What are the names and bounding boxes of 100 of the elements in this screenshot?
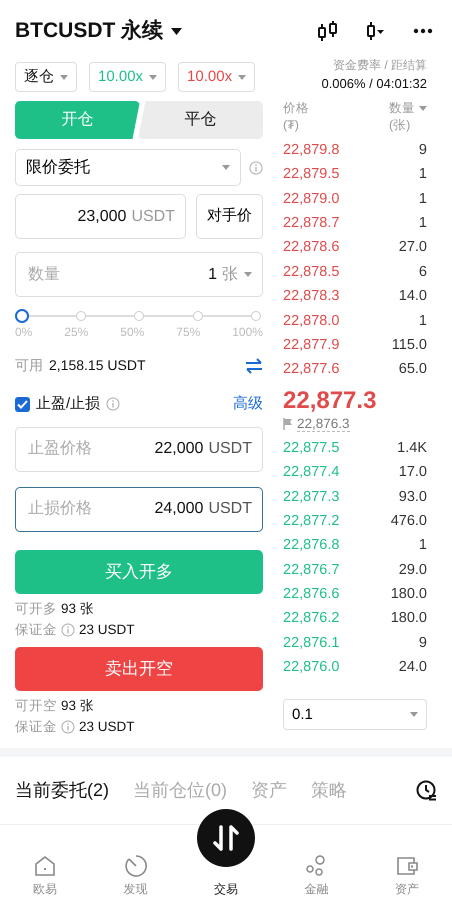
price-cell-text: 22,877.5 — [283, 438, 340, 458]
column-header: 价格 — [283, 100, 309, 116]
price-input[interactable]: 止盈价格 — [26, 436, 154, 462]
price-cell-text: 22,877.6 — [283, 360, 340, 380]
quantity-cell-text: 9 — [418, 140, 427, 160]
column-unit: (张) — [389, 116, 412, 134]
compass-icon — [124, 854, 148, 878]
dropdown[interactable]: 逐仓 — [15, 62, 77, 92]
quantity-cell-text: 29.0 — [398, 560, 427, 580]
quantity-cell-text: 180.0 — [390, 585, 427, 604]
price-input[interactable]: 止损价格 — [26, 496, 154, 522]
funding-label: 资金费率 / 距结算 — [332, 57, 427, 74]
trade-swap-icon[interactable] — [197, 808, 255, 866]
counterparty-price-button[interactable]: 对手价 — [196, 194, 263, 239]
price-cell-text: 22,876.7 — [283, 560, 340, 580]
margin-label: 保证金 — [15, 718, 57, 736]
tick-label: 100% — [232, 324, 263, 341]
advanced-link[interactable]: 高级 — [233, 393, 263, 416]
price-cell-text: 22,877.9 — [283, 336, 340, 355]
column-unit: (₮) — [283, 116, 300, 134]
quantity-cell-text: 93.0 — [398, 488, 427, 506]
quantity-cell-text: 1 — [418, 190, 427, 209]
nav-item[interactable]: 交易 — [180, 878, 272, 898]
price-cell-text: 22,879.0 — [283, 190, 340, 209]
tick-label: 25% — [64, 324, 88, 341]
info-icon — [106, 397, 120, 412]
quantity-cell-text: 1.4K — [397, 438, 427, 458]
price-cell-text: 22,878.0 — [283, 312, 340, 331]
max-value: 93 张 — [61, 600, 94, 618]
quantity-field[interactable]: 数量 1 张 — [15, 252, 263, 297]
price-cell-text: 22,876.1 — [283, 634, 340, 653]
swap-icon[interactable] — [245, 358, 263, 374]
column-header[interactable]: 数量 — [389, 100, 415, 116]
quantity-cell-text: 24.0 — [398, 658, 427, 678]
tpsl-label: 止盈/止损 — [36, 394, 100, 414]
price-cell-text: 22,878.6 — [283, 238, 340, 258]
quantity-cell-text: 1 — [418, 536, 427, 556]
slider-stop[interactable] — [76, 311, 86, 321]
checkbox[interactable] — [15, 396, 30, 412]
quantity-cell-text: 6 — [418, 262, 427, 282]
quantity-cell-text: 1 — [418, 165, 427, 184]
info-icon — [61, 720, 75, 734]
nav-item[interactable]: 欧易 — [0, 852, 90, 898]
price-cell-text: 22,876.6 — [283, 585, 340, 604]
margin-value: 23 USDT — [79, 718, 135, 736]
price-cell-text: 22,877.3 — [283, 488, 340, 506]
price-cell-text: 22,876.8 — [283, 536, 340, 556]
nav-item[interactable]: 资产 — [362, 852, 452, 898]
quantity-cell-text: 27.0 — [398, 238, 427, 258]
sell-button[interactable]: 卖出开空 — [15, 646, 263, 690]
slider-stop[interactable] — [134, 311, 144, 321]
available-value: 2,158.15 USDT — [49, 356, 146, 375]
price-cell-text: 22,878.7 — [283, 214, 340, 233]
order-type-dropdown[interactable]: 限价委托 — [15, 149, 241, 186]
price-cell-text: 22,876.2 — [283, 609, 340, 628]
tick-label: 75% — [176, 324, 200, 341]
nav-item[interactable]: 金融 — [271, 852, 362, 898]
max-value: 93 张 — [61, 696, 94, 714]
dropdown[interactable]: 10.00x — [178, 62, 256, 92]
slider-stop[interactable] — [192, 311, 202, 321]
margin-label: 保证金 — [15, 620, 57, 638]
flag-icon — [283, 418, 293, 430]
tick-label: 0% — [15, 324, 32, 341]
home-icon — [33, 854, 58, 878]
price-cell-text: 22,878.5 — [283, 262, 340, 282]
info-icon — [249, 160, 263, 174]
available-label: 可用 — [15, 356, 43, 375]
quantity-cell-text: 17.0 — [398, 463, 427, 482]
tab[interactable]: 当前委托(2) — [15, 776, 109, 804]
price-cell-text: 22,879.5 — [283, 165, 340, 184]
history-icon[interactable] — [416, 780, 437, 800]
max-label: 可开空 — [15, 696, 57, 714]
caret-icon — [171, 28, 182, 34]
tab[interactable]: 平仓 — [138, 101, 263, 139]
trigger-price-field[interactable]: 止盈价格 22,000 USDT — [15, 426, 263, 472]
candle-dropdown-icon — [366, 21, 385, 41]
tick-label: 50% — [120, 324, 144, 341]
quantity-cell-text: 180.0 — [390, 609, 427, 628]
slider-thumb[interactable] — [15, 309, 29, 323]
info-icon — [61, 622, 75, 636]
quantity-cell-text: 476.0 — [390, 512, 427, 531]
more-icon — [413, 28, 433, 34]
quantity-cell-text: 65.0 — [398, 360, 427, 380]
price-cell-text: 22,877.4 — [283, 463, 340, 482]
nav-item[interactable]: 发现 — [90, 852, 181, 898]
last-price: 22,877.3 — [283, 386, 376, 416]
trigger-price-field[interactable]: 止损价格 24,000 USDT — [15, 486, 263, 532]
funding-value: 0.006% / 04:01:32 — [320, 75, 427, 93]
price-field[interactable]: 23,000 USDT — [15, 194, 186, 239]
price-cell-text: 22,879.8 — [283, 140, 340, 160]
margin-value: 23 USDT — [79, 620, 135, 638]
mark-price: 22,876.3 — [297, 416, 350, 432]
max-label: 可开多 — [15, 600, 57, 618]
quantity-input[interactable]: 数量 — [26, 262, 208, 288]
quantity-cell-text: 1 — [418, 312, 427, 331]
slider-stop[interactable] — [251, 311, 261, 321]
candlestick-icon — [317, 20, 338, 42]
quantity-cell-text: 14.0 — [398, 287, 427, 306]
pair-title[interactable]: BTCUSDT 永续 — [15, 15, 182, 47]
precision-dropdown[interactable]: 0.1 — [283, 699, 427, 730]
